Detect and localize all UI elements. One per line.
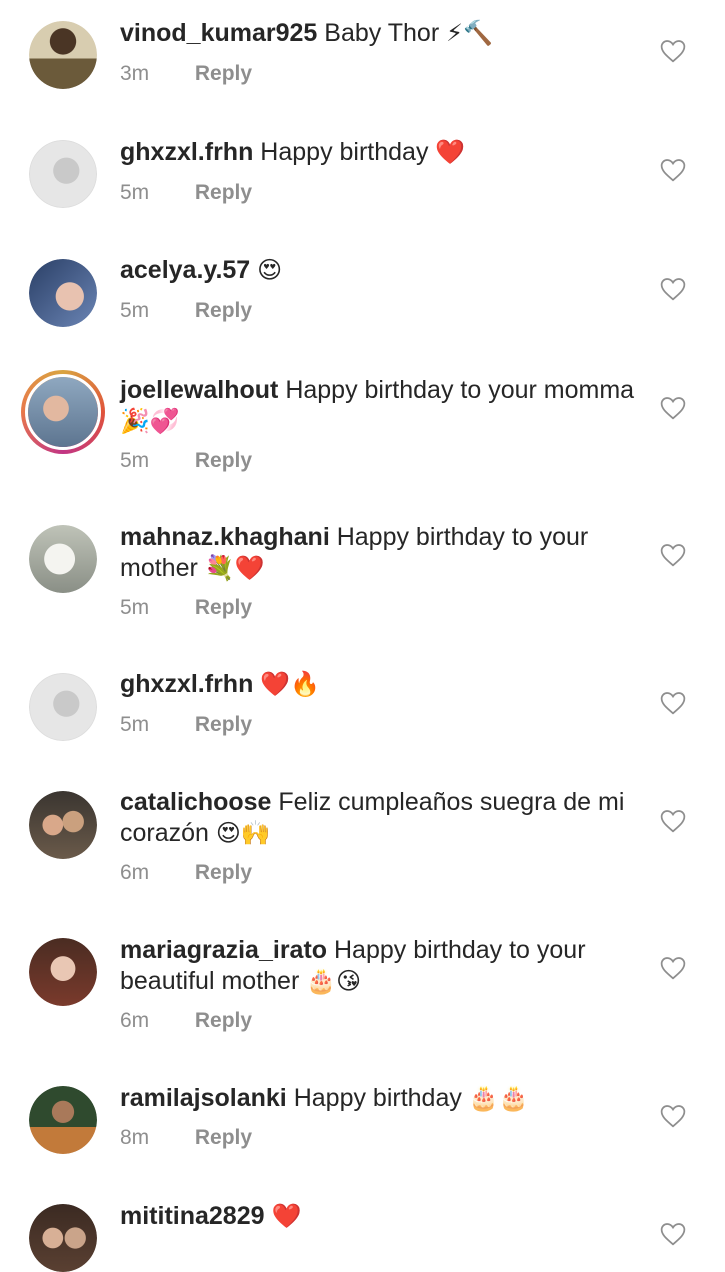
avatar[interactable] bbox=[29, 140, 97, 208]
comment-emoji: 💐❤️ bbox=[204, 555, 265, 582]
avatar[interactable] bbox=[29, 525, 97, 593]
reply-button[interactable]: Reply bbox=[195, 299, 252, 322]
comment-emoji: 🎂🎂 bbox=[468, 1085, 529, 1112]
heart-outline-icon[interactable] bbox=[660, 277, 686, 301]
comment-text: Happy birthday bbox=[293, 1084, 462, 1112]
comment-emoji: 🎂😘 bbox=[306, 968, 362, 995]
comment-time: 8m bbox=[120, 1126, 150, 1149]
comment-username[interactable]: ghxzxl.frhn bbox=[120, 138, 253, 166]
heart-outline-icon[interactable] bbox=[660, 1104, 686, 1128]
comment-emoji: 🎉💞 bbox=[120, 408, 180, 435]
avatar[interactable] bbox=[29, 1086, 97, 1154]
heart-outline-icon[interactable] bbox=[660, 543, 686, 567]
reply-button[interactable]: Reply bbox=[195, 449, 252, 472]
avatar[interactable] bbox=[29, 938, 97, 1006]
comment-time: 5m bbox=[120, 181, 150, 204]
reply-button[interactable]: Reply bbox=[195, 181, 252, 204]
comment-time: 6m bbox=[120, 861, 150, 884]
comment-time: 5m bbox=[120, 299, 150, 322]
reply-button[interactable]: Reply bbox=[195, 1009, 252, 1032]
heart-outline-icon[interactable] bbox=[660, 1222, 686, 1246]
comment-emoji: ❤️ bbox=[435, 139, 466, 166]
comment-username[interactable]: mititina2829 bbox=[120, 1202, 265, 1230]
comment-username[interactable]: joellewalhout bbox=[120, 376, 278, 404]
heart-outline-icon[interactable] bbox=[660, 809, 686, 833]
comment-emoji: 😍 bbox=[257, 257, 283, 284]
comment-time: 5m bbox=[120, 713, 150, 736]
heart-outline-icon[interactable] bbox=[660, 691, 686, 715]
comment-username[interactable]: ramilajsolanki bbox=[120, 1084, 287, 1112]
heart-outline-icon[interactable] bbox=[660, 396, 686, 420]
comment-username[interactable]: acelya.y.57 bbox=[120, 256, 250, 284]
comment-emoji: ❤️🔥 bbox=[260, 671, 321, 698]
reply-button[interactable]: Reply bbox=[195, 861, 252, 884]
comment-username[interactable]: catalichoose bbox=[120, 788, 271, 816]
comment-text: Baby Thor bbox=[324, 19, 440, 47]
heart-outline-icon[interactable] bbox=[660, 158, 686, 182]
heart-outline-icon[interactable] bbox=[660, 39, 686, 63]
reply-button[interactable]: Reply bbox=[195, 596, 252, 619]
comment-text: Happy birthday bbox=[260, 138, 429, 166]
comment-time: 6m bbox=[120, 1009, 150, 1032]
comment-username[interactable]: vinod_kumar925 bbox=[120, 19, 317, 47]
avatar[interactable] bbox=[29, 791, 97, 859]
comment-emoji: ⚡🔨 bbox=[446, 20, 493, 47]
reply-button[interactable]: Reply bbox=[195, 713, 252, 736]
avatar[interactable] bbox=[21, 370, 105, 454]
comment-list: vinod_kumar925 Baby Thor ⚡🔨 3m Reply ghx… bbox=[0, 0, 725, 1272]
avatar[interactable] bbox=[29, 673, 97, 741]
avatar[interactable] bbox=[29, 259, 97, 327]
comment-time: 5m bbox=[120, 596, 150, 619]
reply-button[interactable]: Reply bbox=[195, 1126, 252, 1149]
avatar[interactable] bbox=[29, 1204, 97, 1272]
reply-button[interactable]: Reply bbox=[195, 62, 252, 85]
comment-time: 3m bbox=[120, 62, 150, 85]
heart-outline-icon[interactable] bbox=[660, 956, 686, 980]
avatar[interactable] bbox=[29, 21, 97, 89]
comment-time: 5m bbox=[120, 449, 150, 472]
comment-username[interactable]: mariagrazia_irato bbox=[120, 936, 327, 964]
comment-text: Happy birthday to your momma bbox=[285, 376, 635, 404]
comment-emoji: 😍🙌 bbox=[215, 820, 271, 847]
comment-emoji: ❤️ bbox=[271, 1203, 302, 1230]
comment-username[interactable]: ghxzxl.frhn bbox=[120, 670, 253, 698]
comment-username[interactable]: mahnaz.khaghani bbox=[120, 523, 330, 551]
